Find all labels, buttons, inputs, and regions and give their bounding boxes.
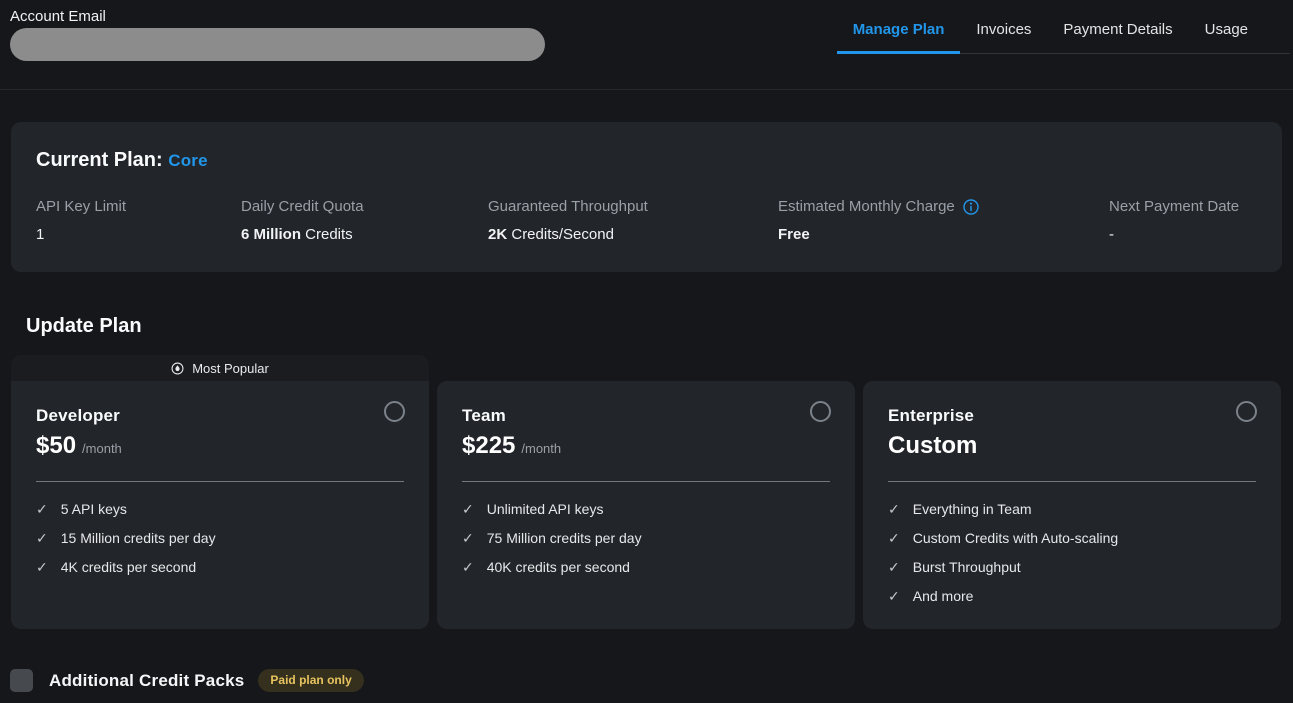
tab-usage[interactable]: Usage bbox=[1189, 14, 1264, 54]
billing-tabs: Manage Plan Invoices Payment Details Usa… bbox=[837, 14, 1290, 54]
plan-card-enterprise[interactable]: Enterprise Custom ✓Everything in Team ✓C… bbox=[863, 355, 1281, 629]
flame-icon bbox=[171, 362, 184, 375]
paid-plan-only-badge: Paid plan only bbox=[258, 669, 363, 692]
check-icon: ✓ bbox=[888, 585, 900, 607]
plan-price: $50 bbox=[36, 432, 76, 459]
credit-packs-row: Additional Credit Packs Paid plan only bbox=[10, 669, 1293, 692]
check-icon: ✓ bbox=[36, 556, 48, 578]
feature-item: ✓Unlimited API keys bbox=[462, 498, 830, 520]
account-email-field[interactable] bbox=[10, 28, 545, 61]
feature-item: ✓5 API keys bbox=[36, 498, 404, 520]
check-icon: ✓ bbox=[462, 556, 474, 578]
plan-card-team[interactable]: Team $225/month ✓Unlimited API keys ✓75 … bbox=[437, 355, 855, 629]
plan-period: /month bbox=[82, 441, 122, 456]
current-plan-title: Current Plan: Core bbox=[36, 148, 1257, 174]
current-plan-prefix: Current Plan: bbox=[36, 149, 168, 171]
band-spacer bbox=[863, 355, 1281, 381]
tab-manage-plan[interactable]: Manage Plan bbox=[837, 14, 961, 54]
feature-item: ✓75 Million credits per day bbox=[462, 527, 830, 549]
update-plan-heading: Update Plan bbox=[26, 312, 1293, 340]
feature-item: ✓40K credits per second bbox=[462, 556, 830, 578]
plan-radio-team[interactable] bbox=[810, 401, 831, 422]
stat-api-key-limit: API Key Limit 1 bbox=[36, 196, 241, 246]
credit-packs-checkbox[interactable] bbox=[10, 669, 33, 692]
check-icon: ✓ bbox=[888, 498, 900, 520]
plan-features: ✓5 API keys ✓15 Million credits per day … bbox=[36, 498, 404, 578]
plans-row: Most Popular Developer $50/month ✓5 API … bbox=[11, 355, 1282, 629]
plan-radio-enterprise[interactable] bbox=[1236, 401, 1257, 422]
plan-price: Custom bbox=[888, 432, 977, 459]
current-plan-card: Current Plan: Core API Key Limit 1 Daily… bbox=[11, 122, 1282, 272]
divider bbox=[888, 481, 1256, 482]
plan-name: Team bbox=[462, 403, 830, 429]
check-icon: ✓ bbox=[36, 527, 48, 549]
feature-item: ✓And more bbox=[888, 585, 1256, 607]
stat-next-payment-date: Next Payment Date - bbox=[1109, 196, 1257, 246]
feature-item: ✓15 Million credits per day bbox=[36, 527, 404, 549]
info-icon[interactable] bbox=[963, 199, 979, 215]
most-popular-band: Most Popular bbox=[11, 355, 429, 381]
check-icon: ✓ bbox=[36, 498, 48, 520]
divider bbox=[36, 481, 404, 482]
credit-packs-label: Additional Credit Packs bbox=[49, 671, 244, 691]
most-popular-label: Most Popular bbox=[192, 361, 269, 376]
plan-price: $225 bbox=[462, 432, 515, 459]
plan-features: ✓Unlimited API keys ✓75 Million credits … bbox=[462, 498, 830, 578]
divider bbox=[462, 481, 830, 482]
page-header: Account Email Manage Plan Invoices Payme… bbox=[0, 0, 1293, 90]
feature-item: ✓Burst Throughput bbox=[888, 556, 1256, 578]
stat-guaranteed-throughput: Guaranteed Throughput 2K Credits/Second bbox=[488, 196, 778, 246]
current-plan-name: Core bbox=[168, 151, 208, 170]
feature-item: ✓4K credits per second bbox=[36, 556, 404, 578]
current-plan-stats: API Key Limit 1 Daily Credit Quota 6 Mil… bbox=[36, 196, 1257, 246]
feature-item: ✓Everything in Team bbox=[888, 498, 1256, 520]
feature-item: ✓Custom Credits with Auto-scaling bbox=[888, 527, 1256, 549]
check-icon: ✓ bbox=[462, 527, 474, 549]
tab-invoices[interactable]: Invoices bbox=[960, 14, 1047, 54]
check-icon: ✓ bbox=[888, 556, 900, 578]
plan-card-developer[interactable]: Most Popular Developer $50/month ✓5 API … bbox=[11, 355, 429, 629]
check-icon: ✓ bbox=[888, 527, 900, 549]
plan-name: Enterprise bbox=[888, 403, 1256, 429]
plan-features: ✓Everything in Team ✓Custom Credits with… bbox=[888, 498, 1256, 607]
tab-payment-details[interactable]: Payment Details bbox=[1047, 14, 1188, 54]
plan-radio-developer[interactable] bbox=[384, 401, 405, 422]
plan-name: Developer bbox=[36, 403, 404, 429]
plan-period: /month bbox=[521, 441, 561, 456]
band-spacer bbox=[437, 355, 855, 381]
check-icon: ✓ bbox=[462, 498, 474, 520]
account-email-label: Account Email bbox=[10, 8, 106, 25]
stat-daily-credit-quota: Daily Credit Quota 6 Million Credits bbox=[241, 196, 488, 246]
stat-estimated-monthly-charge: Estimated Monthly Charge Free bbox=[778, 196, 1109, 246]
